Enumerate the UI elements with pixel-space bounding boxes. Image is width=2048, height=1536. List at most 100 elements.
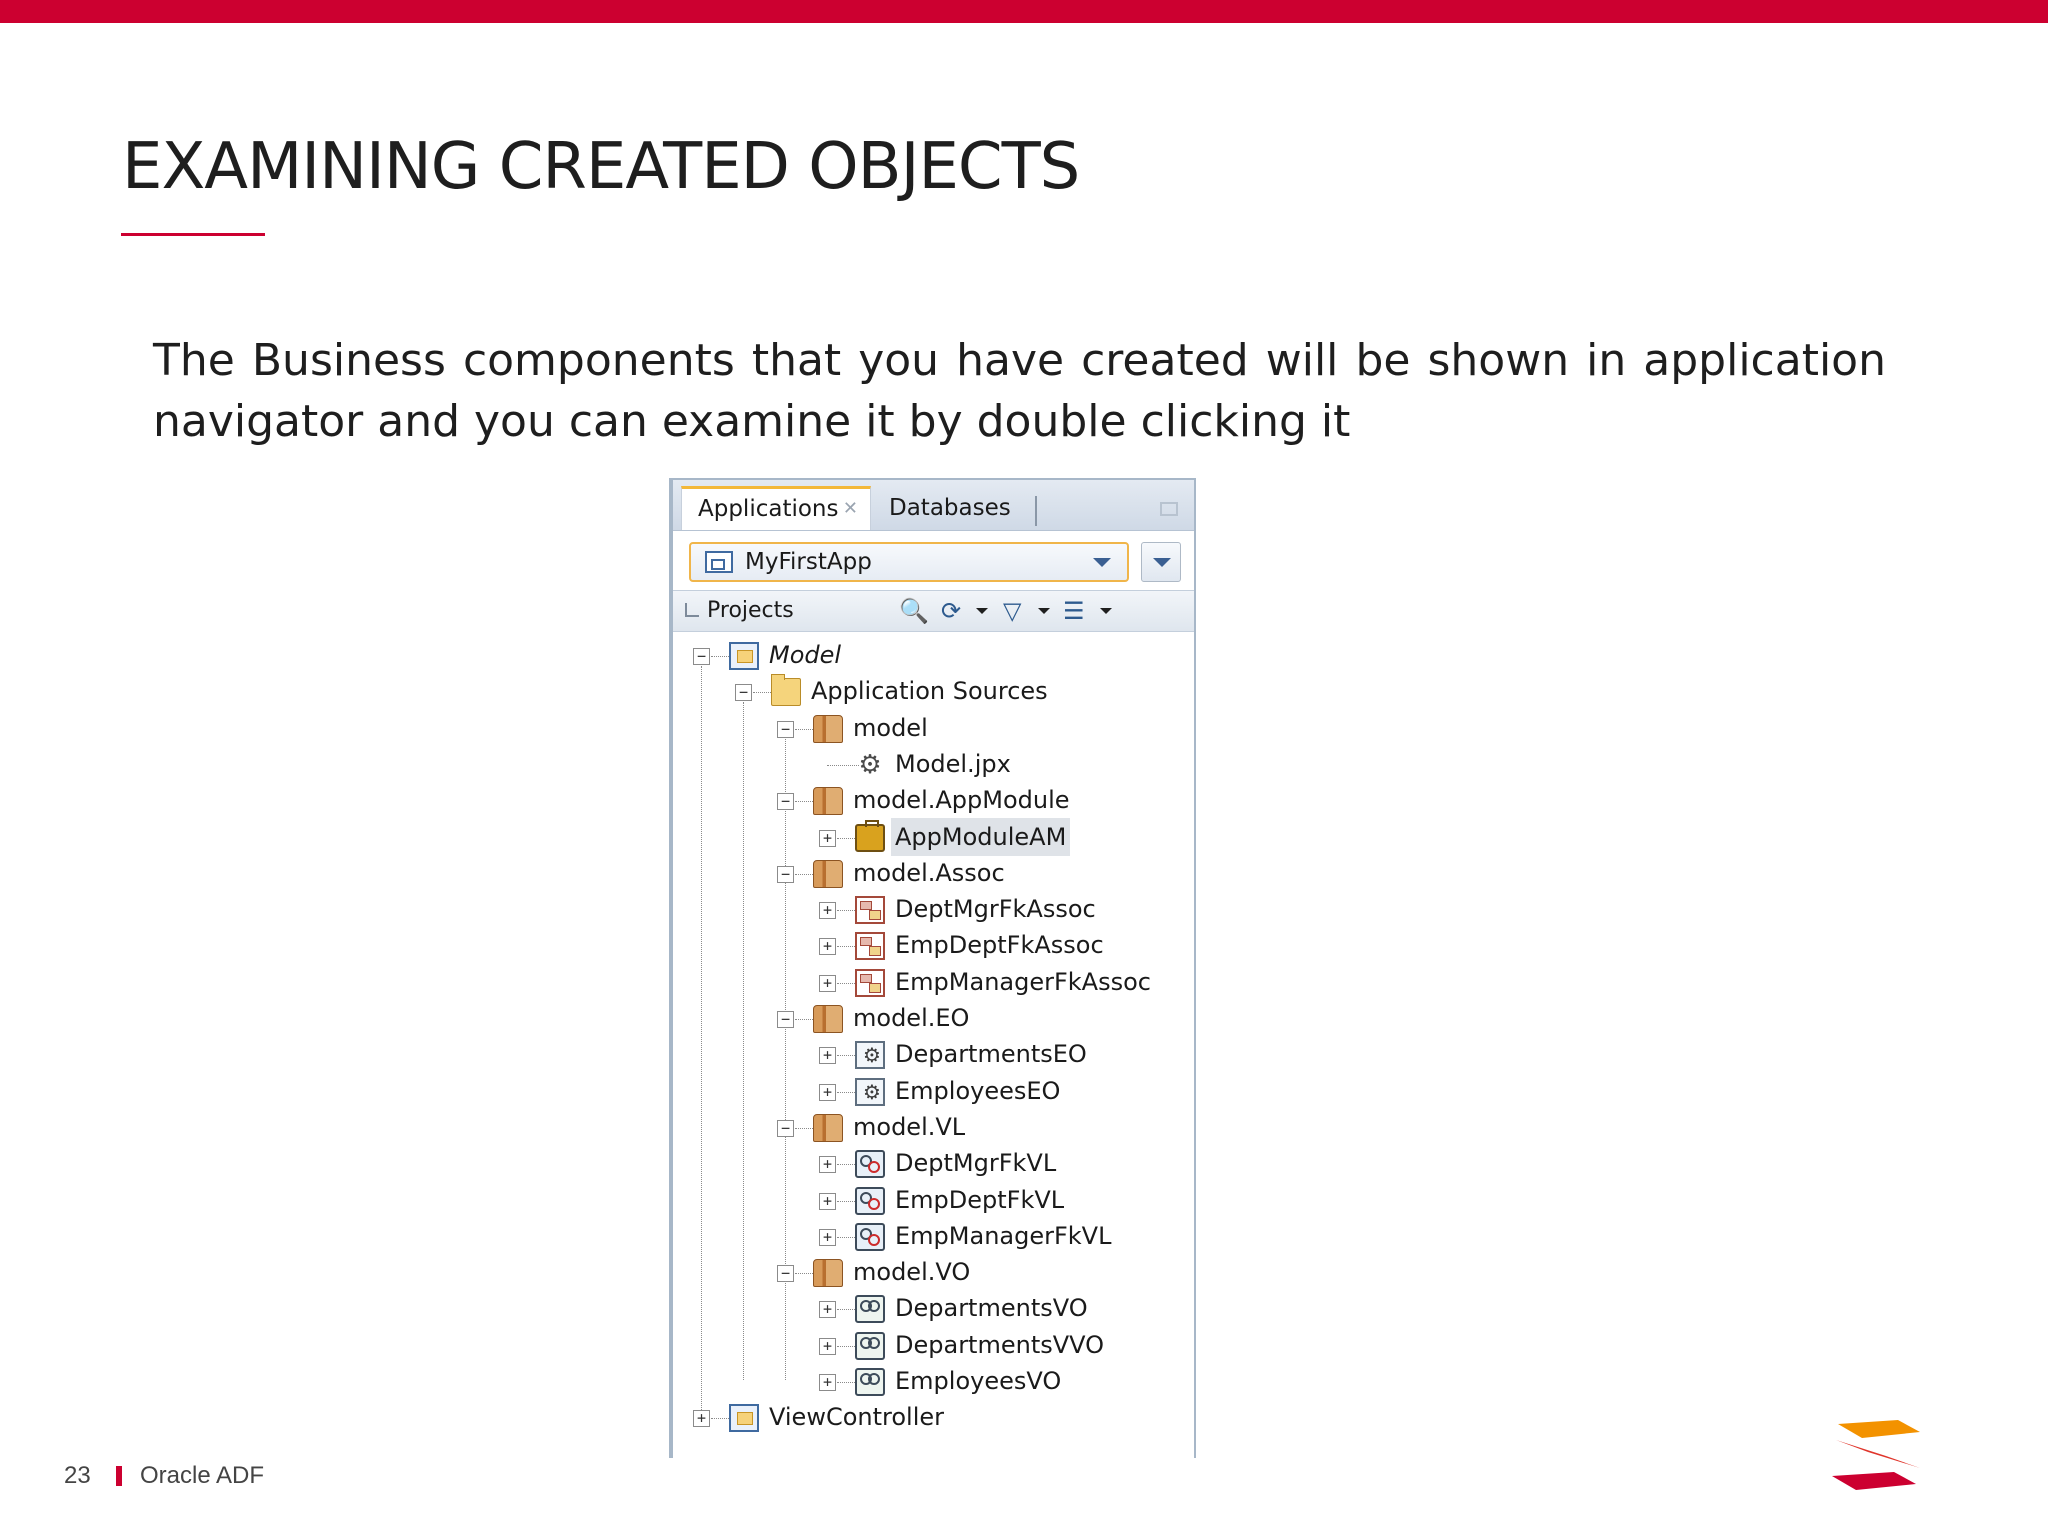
- collapse-node-icon[interactable]: −: [777, 720, 794, 738]
- title-underline: [121, 233, 265, 236]
- tree-row[interactable]: + DepartmentsVVO: [673, 1326, 1193, 1362]
- tree-row[interactable]: + EmpDeptFkAssoc: [673, 926, 1193, 962]
- tree-row[interactable]: + DepartmentsVO: [673, 1289, 1193, 1325]
- expand-node-icon[interactable]: +: [693, 1410, 710, 1428]
- tree-row[interactable]: − Application Sources: [673, 672, 1193, 708]
- filter-menu-caret[interactable]: [1038, 608, 1050, 614]
- refresh-icon[interactable]: ⟳: [941, 598, 961, 624]
- collapse-node-icon[interactable]: −: [777, 1119, 794, 1137]
- tree-row[interactable]: + DeptMgrFkAssoc: [673, 890, 1193, 926]
- collapse-node-icon[interactable]: −: [777, 865, 794, 883]
- projects-label: Projects: [707, 598, 794, 623]
- tree-row[interactable]: ⚙ Model.jpx: [673, 745, 1193, 781]
- viewlink-icon: [855, 1150, 885, 1179]
- tree-row[interactable]: + EmployeesEO: [673, 1072, 1193, 1108]
- package-icon: [813, 1113, 843, 1142]
- collapse-node-icon[interactable]: −: [735, 684, 752, 702]
- tree-row[interactable]: + EmpDeptFkVL: [673, 1181, 1193, 1217]
- tree-connector: [795, 801, 813, 803]
- minimize-icon[interactable]: [1160, 502, 1178, 516]
- tree-connector: [837, 946, 855, 948]
- expand-node-icon[interactable]: +: [819, 829, 836, 847]
- tree-connector: [837, 837, 855, 839]
- association-icon: [855, 968, 885, 997]
- expand-node-icon[interactable]: +: [819, 974, 836, 992]
- tree-node-label: model.VL: [853, 1112, 966, 1141]
- page-number: 23: [64, 1462, 91, 1489]
- tree-row[interactable]: − model.VO: [673, 1253, 1193, 1289]
- package-icon: [813, 714, 843, 743]
- tree-node-label: Model.jpx: [895, 749, 1011, 778]
- tree-node-label: EmpDeptFkVL: [895, 1185, 1065, 1214]
- view-options-caret[interactable]: [1100, 608, 1112, 614]
- chevron-down-icon: [1093, 558, 1111, 567]
- tree-connector: [837, 1345, 855, 1347]
- filter-icon[interactable]: ▽: [1003, 598, 1021, 624]
- tab-databases[interactable]: Databases: [873, 486, 1043, 530]
- application-navigator: Applications ✕ Databases MyFirstApp Proj…: [669, 478, 1196, 1458]
- tree-row[interactable]: + EmployeesVO: [673, 1362, 1193, 1398]
- company-logo-icon: [1832, 1420, 1920, 1490]
- tree-row[interactable]: − model.AppModule: [673, 781, 1193, 817]
- tree-node-label: EmpDeptFkAssoc: [895, 931, 1104, 960]
- application-menu-button[interactable]: [1141, 542, 1181, 582]
- expand-node-icon[interactable]: +: [819, 1047, 836, 1065]
- tab-applications[interactable]: Applications ✕: [681, 486, 871, 530]
- expand-node-icon[interactable]: +: [819, 902, 836, 920]
- expand-node-icon[interactable]: +: [819, 1337, 836, 1355]
- expand-node-icon[interactable]: +: [819, 1228, 836, 1246]
- tree-row[interactable]: − model.EO: [673, 999, 1193, 1035]
- expand-node-icon[interactable]: +: [819, 1156, 836, 1174]
- view-options-icon[interactable]: ☰: [1063, 598, 1085, 624]
- package-icon: [813, 1259, 843, 1288]
- viewobject-icon: [855, 1331, 885, 1360]
- close-icon[interactable]: ✕: [843, 489, 858, 529]
- tree-row[interactable]: − model: [673, 709, 1193, 745]
- collapse-node-icon[interactable]: −: [777, 1265, 794, 1283]
- tree-connector: [837, 1382, 855, 1383]
- expand-node-icon[interactable]: +: [819, 1301, 836, 1319]
- package-icon: [813, 1005, 843, 1033]
- collapse-node-icon[interactable]: −: [777, 1011, 794, 1028]
- tree-node-label: AppModuleAM: [891, 817, 1071, 856]
- tree-node-label: model.AppModule: [853, 786, 1070, 815]
- collapse-node-icon[interactable]: −: [693, 648, 710, 665]
- tree-node-label: DepartmentsVO: [895, 1294, 1088, 1323]
- viewobject-icon: [855, 1368, 885, 1396]
- expand-node-icon[interactable]: +: [819, 938, 836, 956]
- association-icon: [855, 932, 885, 961]
- tree-row[interactable]: + DeptMgrFkVL: [673, 1144, 1193, 1180]
- tree-node-label: DeptMgrFkVL: [895, 1149, 1057, 1178]
- package-icon: [813, 787, 843, 816]
- expand-node-icon[interactable]: +: [819, 1192, 836, 1210]
- search-icon[interactable]: 🔍: [899, 598, 929, 624]
- tree-row[interactable]: + EmpManagerFkAssoc: [673, 963, 1193, 999]
- tree-node-label: model.Assoc: [853, 858, 1005, 887]
- project-icon: [729, 1404, 759, 1433]
- tree-connector: [837, 1164, 855, 1166]
- tab-separator: [1035, 496, 1037, 526]
- collapse-node-icon[interactable]: −: [777, 793, 794, 811]
- tree-node-label: EmpManagerFkVL: [895, 1221, 1112, 1250]
- tree-node-label: ViewController: [769, 1403, 945, 1432]
- tree-connector: [795, 1127, 813, 1129]
- tree-row[interactable]: + ViewController: [673, 1398, 1193, 1434]
- tree-row[interactable]: + DepartmentsEO: [673, 1035, 1193, 1071]
- tree-row[interactable]: − model.Assoc: [673, 854, 1193, 890]
- tree-row[interactable]: + EmpManagerFkVL: [673, 1217, 1193, 1253]
- expand-node-icon[interactable]: +: [819, 1374, 836, 1391]
- tree-node-label: EmployeesEO: [895, 1076, 1061, 1105]
- navigator-tabstrip: Applications ✕ Databases: [673, 480, 1194, 531]
- tree-row[interactable]: + AppModuleAM: [673, 817, 1193, 856]
- tree-connector: [795, 873, 813, 875]
- tree-connector: [753, 692, 771, 694]
- collapse-panel-icon[interactable]: [685, 603, 699, 617]
- expand-node-icon[interactable]: +: [819, 1083, 836, 1101]
- tree-connector: [711, 1418, 729, 1420]
- application-selector[interactable]: MyFirstApp: [689, 542, 1129, 582]
- tree-node-label: model: [853, 713, 928, 742]
- tree-row[interactable]: − model.VL: [673, 1108, 1193, 1144]
- refresh-menu-caret[interactable]: [976, 608, 988, 614]
- tree-row[interactable]: − Model: [673, 636, 1193, 672]
- tree-node-label: EmpManagerFkAssoc: [895, 967, 1151, 996]
